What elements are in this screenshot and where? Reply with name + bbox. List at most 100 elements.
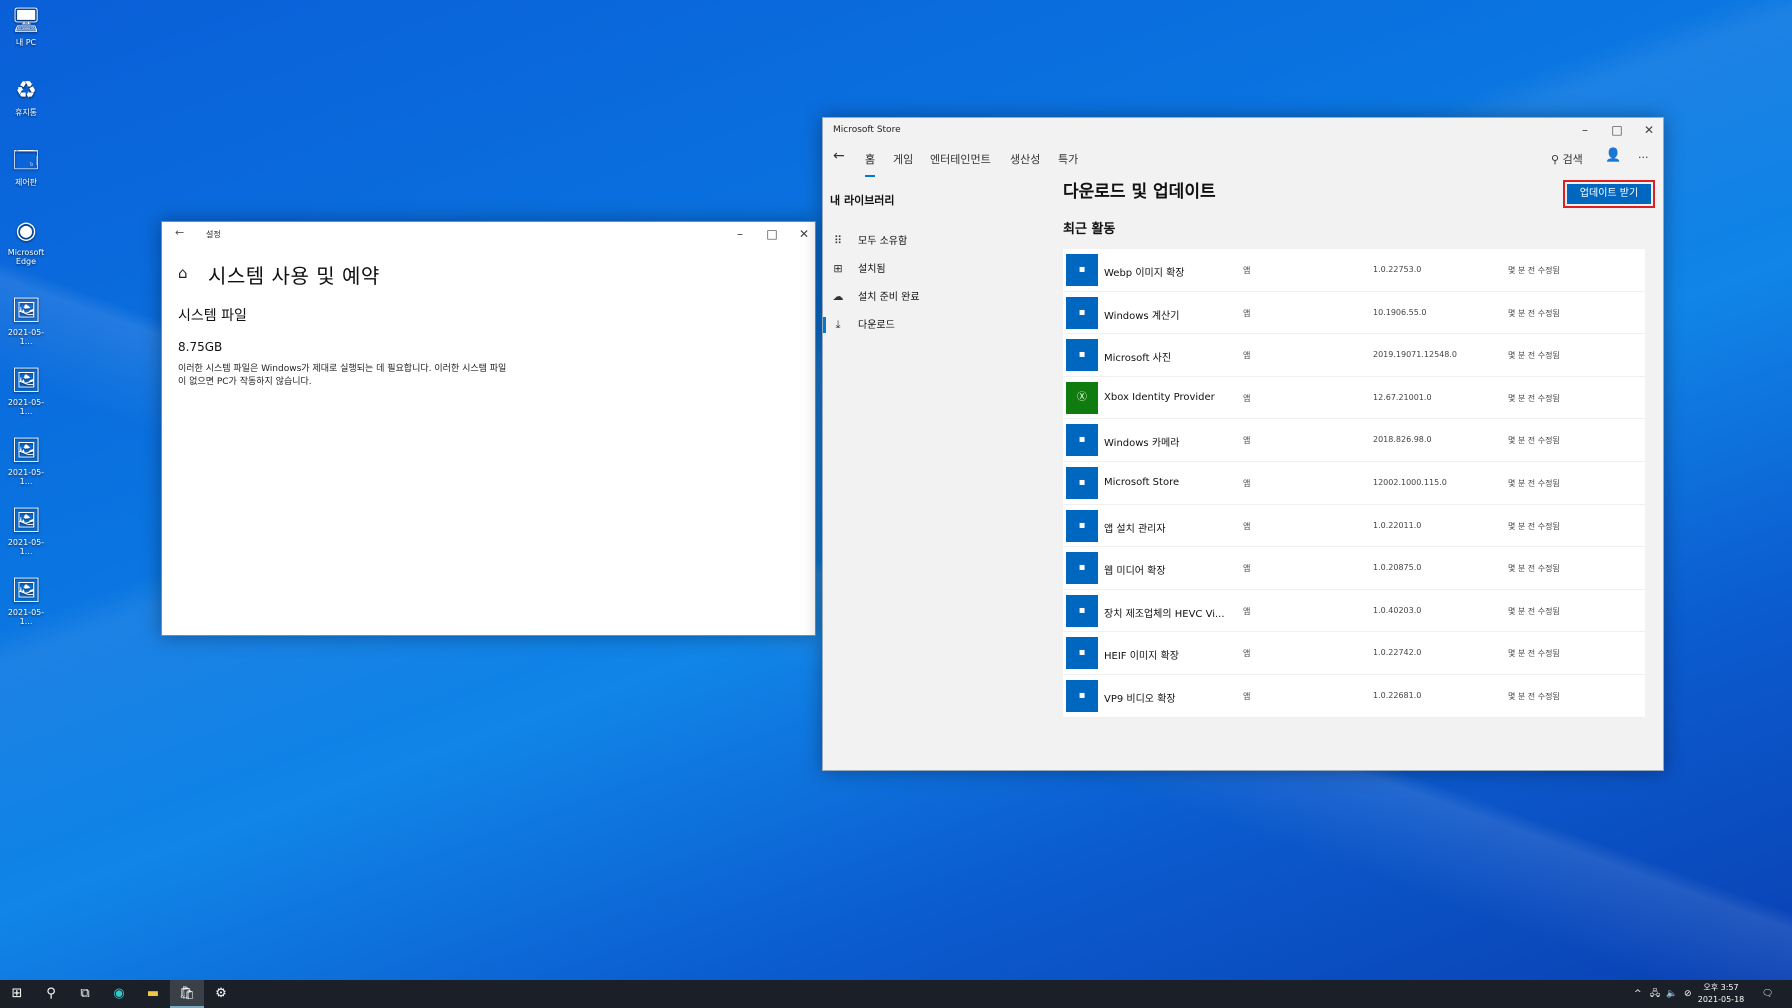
tab-home[interactable]: 홈 bbox=[865, 151, 876, 177]
desktop-icon[interactable]: ◉ Microsoft Edge bbox=[4, 215, 48, 266]
list-item[interactable]: ▪ 앱 설치 관리자 앱 1.0.22011.0 몇 분 전 수정됨 bbox=[1063, 505, 1645, 548]
list-item[interactable]: ▪ VP9 비디오 확장 앱 1.0.22681.0 몇 분 전 수정됨 bbox=[1063, 675, 1645, 718]
recent-activity-list: ▪ Webp 이미지 확장 앱 1.0.22753.0 몇 분 전 수정됨 ▪ Window… bbox=[1063, 249, 1645, 718]
network-icon[interactable]: 🖧 bbox=[1650, 980, 1660, 1008]
store-window: Microsoft Store – □ ✕ ← 홈 게임 엔터테인먼트 생산성 … bbox=[822, 117, 1664, 771]
app-status: 몇 분 전 수정됨 bbox=[1508, 649, 1560, 659]
app-status: 몇 분 전 수정됨 bbox=[1508, 393, 1560, 403]
page-title: 시스템 사용 및 예약 bbox=[208, 264, 380, 288]
start-icon[interactable]: ⊞ bbox=[0, 980, 34, 1008]
desktop-icon[interactable]: 🖥 내 PC bbox=[4, 5, 48, 47]
app-tile-icon: ▪ bbox=[1066, 254, 1098, 286]
download-icon: ⤓ bbox=[835, 318, 841, 331]
desktop-icon-label: 제어판 bbox=[14, 178, 38, 187]
chevron-up-icon[interactable]: ^ bbox=[1634, 980, 1642, 1008]
image-file-icon: 🖼 bbox=[11, 366, 42, 394]
app-version: 1.0.22742.0 bbox=[1373, 648, 1422, 658]
list-item[interactable]: ▪ Windows 계산기 앱 10.1906.55.0 몇 분 전 수정됨 bbox=[1063, 292, 1645, 335]
desktop-icon[interactable]: 🖼 2021-05-1... bbox=[4, 435, 48, 486]
image-file-icon: 🖼 bbox=[11, 506, 42, 534]
app-type: 앱 bbox=[1243, 564, 1251, 574]
list-item[interactable]: ▪ HEIF 이미지 확장 앱 1.0.22742.0 몇 분 전 수정됨 bbox=[1063, 632, 1645, 675]
settings-window: ← 설정 – □ ✕ ⌂ 시스템 사용 및 예약 시스템 파일 8.75GB 이… bbox=[161, 221, 816, 636]
taskbar: ⊞ ⚲ ⧉ ◉ ▬ 🛍 ⚙ ^ 🖧 🔈 ⊘ 오후 3:57 2021-05-18… bbox=[0, 980, 1792, 1008]
desktop-icon[interactable]: 🖼 2021-05-1... bbox=[4, 505, 48, 556]
app-name: Microsoft Store bbox=[1104, 476, 1180, 488]
volume-icon[interactable]: 🔈 bbox=[1666, 980, 1677, 1008]
section-title: 시스템 파일 bbox=[178, 308, 247, 324]
app-status: 몇 분 전 수정됨 bbox=[1508, 478, 1560, 488]
search-icon[interactable]: ⚲ bbox=[34, 980, 68, 1008]
desktop-icon[interactable]: ♻ 휴지통 bbox=[4, 75, 48, 117]
sidebar-item-ready[interactable]: ☁ 설치 준비 완료 bbox=[830, 286, 1030, 308]
minimize-button[interactable]: – bbox=[1569, 118, 1601, 142]
desktop-icon[interactable]: 🖼 2021-05-1... bbox=[4, 575, 48, 626]
search-icon: ⚲ bbox=[1551, 153, 1560, 166]
app-tile-icon: ▪ bbox=[1066, 466, 1098, 499]
task-view-icon[interactable]: ⧉ bbox=[68, 980, 102, 1008]
app-status: 몇 분 전 수정됨 bbox=[1508, 691, 1560, 701]
sidebar-item-owned[interactable]: ⠿ 모두 소유함 bbox=[830, 230, 1030, 252]
page-title: 다운로드 및 업데이트 bbox=[1063, 182, 1216, 202]
tab-deals[interactable]: 특가 bbox=[1058, 151, 1078, 167]
list-item[interactable]: ▪ 장치 제조업체의 HEVC Vi... 앱 1.0.40203.0 몇 분 전 수정… bbox=[1063, 590, 1645, 633]
app-version: 12.67.21001.0 bbox=[1373, 392, 1432, 402]
ime-icon[interactable]: ⊘ bbox=[1684, 980, 1692, 1008]
list-item[interactable]: Ⓧ Xbox Identity Provider 앱 12.67.21001.0 몇 분… bbox=[1063, 377, 1645, 420]
list-item[interactable]: ▪ Webp 이미지 확장 앱 1.0.22753.0 몇 분 전 수정됨 bbox=[1063, 249, 1645, 292]
file-explorer-icon[interactable]: ▬ bbox=[136, 980, 170, 1008]
maximize-button[interactable]: □ bbox=[756, 222, 788, 246]
list-item[interactable]: ▪ 웹 미디어 확장 앱 1.0.20875.0 몇 분 전 수정됨 bbox=[1063, 547, 1645, 590]
app-type: 앱 bbox=[1243, 691, 1251, 701]
back-arrow-icon[interactable]: ← bbox=[175, 226, 184, 239]
minimize-button[interactable]: – bbox=[724, 222, 756, 246]
app-type: 앱 bbox=[1243, 521, 1251, 531]
desktop-icon[interactable]: 🖼 2021-05-1... bbox=[4, 365, 48, 416]
desktop-icon-label: 내 PC bbox=[15, 38, 37, 47]
clock[interactable]: 오후 3:57 2021-05-18 bbox=[1696, 982, 1746, 1006]
get-updates-button[interactable]: 업데이트 받기 bbox=[1563, 180, 1655, 208]
search-button[interactable]: ⚲ 검색 bbox=[1551, 151, 1583, 167]
app-tile-icon: Ⓧ bbox=[1066, 381, 1098, 414]
store-icon[interactable]: 🛍 bbox=[170, 980, 204, 1008]
control-panel-icon: 🗔 bbox=[12, 146, 40, 174]
app-type: 앱 bbox=[1243, 393, 1251, 403]
cloud-icon: ☁ bbox=[832, 290, 844, 303]
app-tile-icon: ▪ bbox=[1066, 509, 1098, 542]
app-status: 몇 분 전 수정됨 bbox=[1508, 436, 1560, 446]
close-button[interactable]: ✕ bbox=[1633, 118, 1665, 142]
computer-icon: 🖥 bbox=[11, 6, 42, 34]
window-title: Microsoft Store bbox=[833, 125, 901, 135]
tab-entertainment[interactable]: 엔터테인먼트 bbox=[930, 151, 991, 167]
clock-time: 오후 3:57 bbox=[1703, 983, 1739, 992]
tab-games[interactable]: 게임 bbox=[893, 151, 913, 167]
app-name: Microsoft 사진 bbox=[1104, 353, 1172, 365]
back-arrow-icon[interactable]: ← bbox=[833, 148, 845, 164]
window-title: 설정 bbox=[206, 230, 221, 239]
list-item[interactable]: ▪ Windows 카메라 앱 2018.826.98.0 몇 분 전 수정됨 bbox=[1063, 419, 1645, 462]
list-item[interactable]: ▪ Microsoft Store 앱 12002.1000.115.0 몇 분 전 수… bbox=[1063, 462, 1645, 505]
sidebar-item-downloads[interactable]: ⤓ 다운로드 bbox=[823, 314, 1030, 336]
app-name: 장치 제조업체의 HEVC Vi... bbox=[1104, 608, 1225, 620]
app-type: 앱 bbox=[1243, 351, 1251, 361]
list-item[interactable]: ▪ Microsoft 사진 앱 2019.19071.12548.0 몇 분 전 수정… bbox=[1063, 334, 1645, 377]
sidebar-item-installed[interactable]: ⊞ 설치됨 bbox=[830, 258, 1030, 280]
notification-icon[interactable]: 🗨 bbox=[1762, 980, 1773, 1008]
home-icon[interactable]: ⌂ bbox=[178, 264, 188, 282]
app-tile-icon: ▪ bbox=[1066, 339, 1098, 372]
app-version: 1.0.22753.0 bbox=[1373, 265, 1422, 274]
app-tile-icon: ▪ bbox=[1066, 679, 1098, 712]
more-options-icon[interactable]: ··· bbox=[1638, 151, 1649, 164]
desktop-icon[interactable]: 🗔 제어판 bbox=[4, 145, 48, 187]
maximize-button[interactable]: □ bbox=[1601, 118, 1633, 142]
account-icon[interactable]: 👤 bbox=[1605, 148, 1621, 163]
get-updates-label: 업데이트 받기 bbox=[1567, 184, 1651, 204]
tab-productivity[interactable]: 생산성 bbox=[1010, 151, 1040, 167]
settings-gear-icon[interactable]: ⚙ bbox=[204, 980, 238, 1008]
desktop-icon-label: 2021-05-1... bbox=[7, 608, 45, 626]
edge-icon[interactable]: ◉ bbox=[102, 980, 136, 1008]
desktop-icon[interactable]: 🖼 2021-05-1... bbox=[4, 295, 48, 346]
recycle-bin-icon: ♻ bbox=[15, 76, 37, 104]
close-button[interactable]: ✕ bbox=[788, 222, 820, 246]
app-version: 1.0.22681.0 bbox=[1373, 690, 1422, 700]
